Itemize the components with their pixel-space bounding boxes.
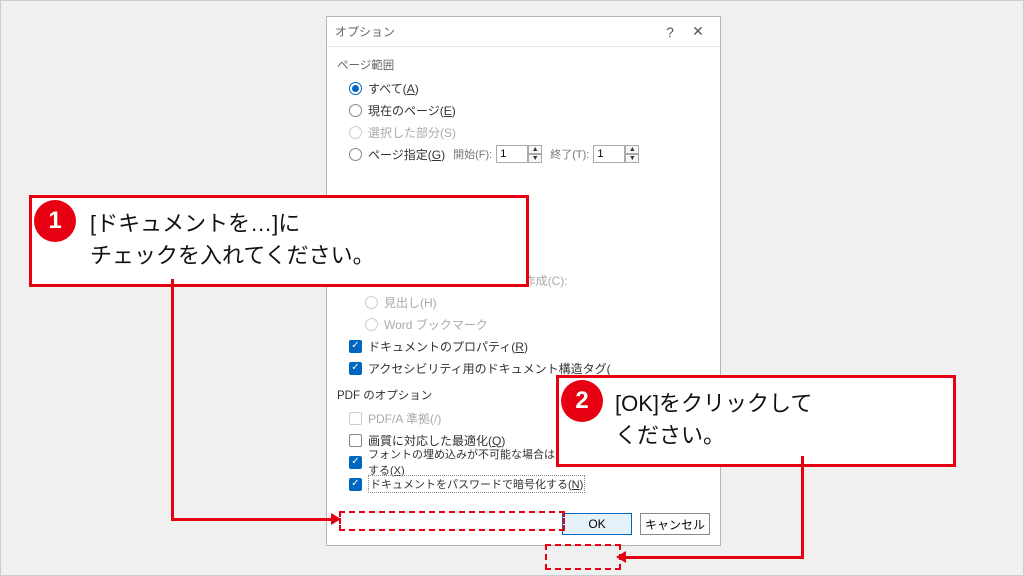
spin-up-icon[interactable]: ▲ <box>528 145 542 154</box>
end-label: 終了(T): <box>550 146 589 162</box>
help-button[interactable]: ? <box>656 24 684 40</box>
radio-page-range[interactable]: ページ指定(G) 開始(F): ▲▼ 終了(T): ▲▼ <box>349 143 710 165</box>
checkbox-icon <box>349 478 362 491</box>
start-label: 開始(F): <box>453 146 492 162</box>
radio-icon <box>349 126 362 139</box>
callout-1-line1: [ドキュメントを…]に <box>90 208 510 240</box>
callout-2-line2: ください。 <box>615 420 937 452</box>
dialog-title: オプション <box>335 23 656 40</box>
spin-down-icon[interactable]: ▼ <box>625 154 639 163</box>
start-spinner[interactable]: ▲▼ <box>496 145 542 163</box>
callout-1-number: 1 <box>34 200 76 242</box>
arrow-line <box>171 279 174 521</box>
ok-button[interactable]: OK <box>562 513 632 535</box>
callout-1-line2: チェックを入れてください。 <box>90 240 510 272</box>
titlebar: オプション ? ✕ <box>327 17 720 47</box>
cancel-button[interactable]: キャンセル <box>640 513 710 535</box>
arrow-head-icon <box>331 513 341 525</box>
checkbox-icon <box>349 434 362 447</box>
checkbox-icon <box>349 456 362 469</box>
end-spinner[interactable]: ▲▼ <box>593 145 639 163</box>
radio-current-page[interactable]: 現在のページ(E) <box>349 99 710 121</box>
arrow-line <box>171 518 331 521</box>
group-page-range: ページ範囲 <box>337 57 710 73</box>
checkbox-icon <box>349 340 362 353</box>
radio-icon <box>365 296 378 309</box>
radio-icon <box>349 82 362 95</box>
callout-1: [ドキュメントを…]に チェックを入れてください。 <box>29 195 529 287</box>
checkbox-icon <box>349 412 362 425</box>
button-bar: OK キャンセル <box>327 505 720 545</box>
radio-icon <box>349 148 362 161</box>
end-input[interactable] <box>593 145 625 163</box>
arrow-head-icon <box>616 551 626 563</box>
highlight-ok-button <box>545 544 621 570</box>
arrow-line <box>626 556 804 559</box>
start-input[interactable] <box>496 145 528 163</box>
spin-down-icon[interactable]: ▼ <box>528 154 542 163</box>
check-doc-properties[interactable]: ドキュメントのプロパティ(R) <box>349 335 710 357</box>
radio-selection: 選択した部分(S) <box>349 121 710 143</box>
callout-2: [OK]をクリックして ください。 <box>556 375 956 467</box>
radio-icon <box>349 104 362 117</box>
callout-2-number: 2 <box>561 380 603 422</box>
callout-2-line1: [OK]をクリックして <box>615 388 937 420</box>
close-button[interactable]: ✕ <box>684 23 712 40</box>
radio-all[interactable]: すべて(A) <box>349 77 710 99</box>
checkbox-icon <box>349 362 362 375</box>
spin-up-icon[interactable]: ▲ <box>625 145 639 154</box>
radio-word-bookmark: Word ブックマーク <box>365 313 710 335</box>
radio-heading: 見出し(H) <box>365 291 710 313</box>
arrow-line <box>801 456 804 559</box>
radio-icon <box>365 318 378 331</box>
